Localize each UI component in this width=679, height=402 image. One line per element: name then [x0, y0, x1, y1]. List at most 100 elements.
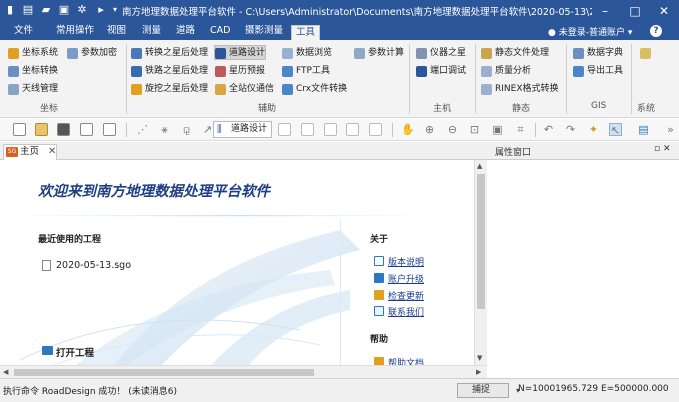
- pointer-select-icon[interactable]: ↖: [609, 123, 622, 137]
- doc-tool-2-icon[interactable]: [301, 123, 314, 136]
- road-design-toolbar-button[interactable]: ⫼ 道路设计: [213, 121, 273, 138]
- curve-tool-icon[interactable]: ⚹: [158, 123, 171, 136]
- settings-gear-icon[interactable]: ✲: [76, 4, 88, 16]
- doc-tool-4-icon[interactable]: [346, 123, 359, 136]
- scroll-left-icon[interactable]: ◀: [3, 368, 8, 376]
- redo-icon[interactable]: ↷: [564, 123, 577, 136]
- maximize-button[interactable]: □: [620, 0, 650, 22]
- param-calc-icon: [354, 48, 365, 59]
- scroll-down-icon[interactable]: ▼: [477, 354, 482, 362]
- horizontal-scrollbar[interactable]: ◀ ▶: [0, 365, 487, 378]
- export-image-icon[interactable]: [103, 123, 116, 136]
- zoom-window-icon[interactable]: ⊡: [468, 123, 481, 136]
- coordinate-transform-button[interactable]: 坐标转换: [8, 64, 58, 79]
- data-dictionary-button[interactable]: 数据字典: [573, 46, 623, 61]
- menu-view[interactable]: 视图: [103, 24, 130, 40]
- menu-survey[interactable]: 测量: [138, 24, 165, 40]
- contact-us-link[interactable]: 联系我们: [374, 305, 424, 318]
- scroll-thumb[interactable]: [477, 174, 485, 309]
- zoom-extents-icon[interactable]: ▣: [491, 123, 504, 136]
- new-icon[interactable]: ▤: [22, 4, 34, 16]
- toolbar-overflow-icon[interactable]: »: [664, 123, 677, 136]
- rinex-convert-button[interactable]: RINEX格式转换: [481, 82, 559, 97]
- scroll-right-icon[interactable]: ▶: [476, 368, 481, 376]
- version-notes-link[interactable]: 版本说明: [374, 255, 424, 268]
- group-label-system: 系统: [637, 104, 656, 114]
- about-heading: 关于: [370, 235, 389, 245]
- pan-hand-icon[interactable]: ✋: [401, 123, 415, 136]
- doc-tool-3-icon[interactable]: [324, 123, 337, 136]
- menu-file[interactable]: 文件: [10, 24, 37, 40]
- print-icon[interactable]: [80, 123, 93, 136]
- instrument-star-button[interactable]: 仪器之星: [416, 46, 466, 61]
- open-folder-icon[interactable]: ▰: [40, 4, 52, 16]
- layer-icon[interactable]: ▤: [637, 123, 650, 136]
- ephemeris-forecast-button[interactable]: 星历预报: [215, 64, 265, 79]
- menu-photogrammetry[interactable]: 摄影测量: [241, 24, 287, 40]
- undo-icon[interactable]: ↶: [542, 123, 555, 136]
- chat-icon: [374, 306, 384, 316]
- group-separator: [409, 44, 410, 114]
- help-heading: 帮助: [370, 335, 389, 345]
- fit-view-icon[interactable]: ⌗: [514, 123, 527, 136]
- menu-cad[interactable]: CAD: [206, 24, 234, 40]
- menu-tools[interactable]: 工具: [291, 25, 321, 41]
- param-calc-button[interactable]: 参数计算: [354, 46, 404, 61]
- open-folder-icon[interactable]: [35, 123, 48, 136]
- antenna-icon: [8, 84, 19, 95]
- crx-convert-button[interactable]: Crx文件转换: [282, 82, 347, 97]
- account-upgrade-link[interactable]: 账户升级: [374, 272, 424, 285]
- group-separator: [126, 44, 127, 114]
- menu-road[interactable]: 道路: [172, 24, 199, 40]
- property-window-controls[interactable]: ▫ ✕: [654, 144, 671, 154]
- toolbar-separator: [126, 123, 127, 137]
- save-icon[interactable]: [57, 123, 70, 136]
- ftp-tool-button[interactable]: FTP工具: [282, 64, 330, 79]
- doc-tool-5-icon[interactable]: [369, 123, 382, 136]
- road-design-button[interactable]: 道路设计: [214, 45, 267, 60]
- scroll-up-icon[interactable]: ▲: [477, 162, 482, 170]
- account-status[interactable]: ● 未登录-普通账户 ▾: [548, 25, 632, 38]
- port-debug-button[interactable]: 端口调试: [416, 64, 466, 79]
- zoom-in-icon[interactable]: ⊕: [423, 123, 436, 136]
- magic-select-icon[interactable]: ✦: [587, 123, 600, 136]
- convert-star-postprocess-button[interactable]: 转换之星后处理: [131, 46, 208, 61]
- group-label-static: 静态: [512, 104, 531, 114]
- quality-analysis-button[interactable]: 质量分析: [481, 64, 531, 79]
- coordinate-system-icon: [8, 48, 19, 59]
- check-update-link[interactable]: 检查更新: [374, 289, 424, 302]
- tab-home[interactable]: SG 主页 ✕: [3, 144, 57, 160]
- static-file-process-button[interactable]: 静态文件处理: [481, 46, 549, 61]
- group-label-coordinate: 坐标: [40, 104, 59, 114]
- system-settings-button[interactable]: [640, 46, 654, 61]
- zoom-out-icon[interactable]: ⊖: [446, 123, 459, 136]
- rotary-star-postprocess-button[interactable]: 旋挖之星后处理: [131, 82, 208, 97]
- quick-access-icon[interactable]: ▸: [95, 4, 107, 16]
- save-icon[interactable]: ▣: [58, 4, 70, 16]
- param-encrypt-button[interactable]: 参数加密: [67, 46, 117, 61]
- antenna-manage-button[interactable]: 天线管理: [8, 82, 58, 97]
- doc-tool-1-icon[interactable]: [278, 123, 291, 136]
- total-station-comm-button[interactable]: 全站仪通信: [215, 82, 274, 97]
- hscroll-thumb[interactable]: [14, 369, 314, 376]
- customize-dropdown-icon[interactable]: ▾: [109, 4, 121, 16]
- coordinate-system-button[interactable]: 坐标系统: [8, 46, 58, 61]
- vertical-scrollbar[interactable]: ▲ ▼: [474, 160, 487, 365]
- export-tool-button[interactable]: 导出工具: [573, 64, 623, 79]
- title-bar: ▮ ▤ ▰ ▣ ✲ ▸ ▾ 南方地理数据处理平台软件 - C:\Users\Ad…: [0, 0, 679, 22]
- help-icon[interactable]: ?: [650, 25, 662, 37]
- data-browse-button[interactable]: 数据浏览: [282, 46, 332, 61]
- user-icon: ●: [548, 28, 559, 38]
- menu-common-ops[interactable]: 常用操作: [52, 24, 98, 40]
- line-tool-icon[interactable]: ⋰: [136, 123, 149, 136]
- recent-file-link[interactable]: 2020-05-13.sgo: [42, 260, 131, 271]
- close-button[interactable]: ✕: [649, 0, 679, 22]
- snap-toggle[interactable]: 捕捉 ▾: [457, 383, 520, 398]
- open-project-button[interactable]: 打开工程: [42, 345, 94, 359]
- status-message: 执行命令 RoadDesign 成功！ (未读消息6): [3, 387, 177, 397]
- minimize-button[interactable]: –: [590, 0, 620, 22]
- point-tool-icon[interactable]: ⚼: [180, 123, 193, 136]
- railway-star-postprocess-button[interactable]: 铁路之星后处理: [131, 64, 208, 79]
- new-file-icon[interactable]: [13, 123, 26, 136]
- close-tab-icon[interactable]: ✕: [48, 145, 56, 159]
